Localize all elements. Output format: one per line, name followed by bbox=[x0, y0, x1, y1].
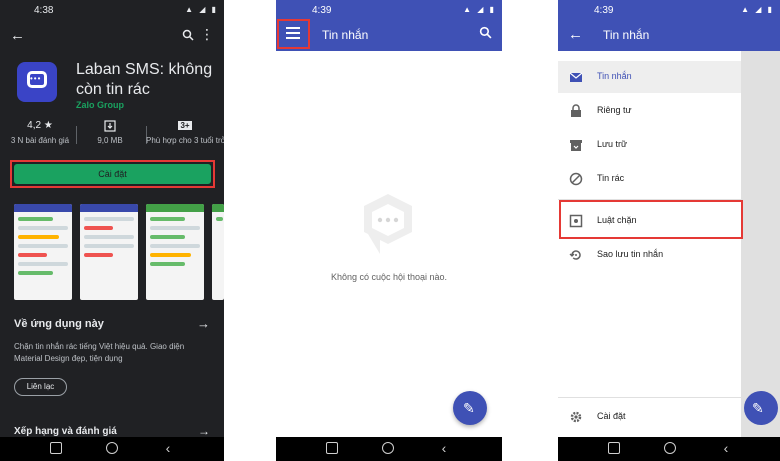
highlight-block-rules bbox=[559, 200, 743, 239]
back-icon[interactable]: ‹ bbox=[162, 441, 174, 455]
arrow-right-icon[interactable]: → bbox=[197, 316, 210, 331]
contact-chip[interactable]: Liên lạc bbox=[14, 378, 67, 396]
drawer-item-label: Riêng tư bbox=[597, 105, 632, 115]
nav-bar: ‹ bbox=[0, 437, 224, 461]
recents-icon[interactable] bbox=[608, 442, 620, 454]
status-icons: ▲ ◢ ▮ bbox=[185, 5, 218, 14]
lock-icon bbox=[569, 104, 583, 118]
about-description: Chặn tin nhắn rác tiếng Việt hiệu quả. G… bbox=[14, 342, 185, 363]
back-arrow-icon[interactable]: ← bbox=[10, 27, 25, 44]
ratings-title[interactable]: Xếp hạng và đánh giá bbox=[14, 426, 117, 437]
drawer-item-inbox[interactable]: Tin nhắn bbox=[558, 61, 741, 93]
status-bar: 4:39 ▲ ◢ ▮ bbox=[558, 0, 780, 20]
navigation-drawer: Tin nhắn Riêng tư Lưu trữ Tin rác Luật c… bbox=[558, 51, 741, 437]
screenshot-canvas: 4:38 ▲ ◢ ▮ ← ⋮ ••• Laban SMS: không còn … bbox=[0, 0, 780, 461]
status-bar: 4:39 ▲ ◢ ▮ bbox=[276, 0, 502, 20]
status-icons: ▲ ◢ ▮ bbox=[463, 5, 496, 14]
rating-stat[interactable]: 4,2 ★ 3 N bài đánh giá bbox=[10, 120, 70, 145]
drawer-item-private[interactable]: Riêng tư bbox=[558, 95, 741, 127]
back-icon[interactable]: ‹ bbox=[720, 441, 732, 455]
drawer-item-label: Sao lưu tin nhắn bbox=[597, 249, 664, 259]
home-icon[interactable] bbox=[106, 442, 118, 454]
age-badge: 3+ bbox=[178, 121, 192, 130]
highlight-install bbox=[10, 160, 215, 188]
drawer-item-archive[interactable]: Lưu trữ bbox=[558, 129, 741, 161]
drawer-item-label: Cài đặt bbox=[597, 411, 626, 421]
status-bar: 4:38 ▲ ◢ ▮ bbox=[0, 0, 224, 20]
screenshots-carousel[interactable] bbox=[14, 204, 224, 300]
status-icons: ▲ ◢ ▮ bbox=[741, 5, 774, 14]
empty-state-text: Không có cuộc hội thoại nào. bbox=[330, 272, 448, 282]
age-label: Phù hợp cho 3 tuổi trở bbox=[146, 136, 224, 145]
stats-row: 4,2 ★ 3 N bài đánh giá 9,0 MB 3+ Phù hợp… bbox=[0, 120, 224, 150]
recents-icon[interactable] bbox=[326, 442, 338, 454]
drawer-item-label: Tin rác bbox=[597, 173, 625, 183]
pencil-icon: ✎ bbox=[752, 400, 764, 416]
arrow-right-icon[interactable]: → bbox=[198, 424, 210, 438]
drawer-item-label: Lưu trữ bbox=[597, 139, 628, 149]
pencil-icon: ✎ bbox=[463, 400, 475, 416]
download-icon bbox=[80, 120, 140, 132]
compose-button[interactable]: ✎ bbox=[453, 391, 487, 425]
status-time: 4:39 bbox=[312, 5, 332, 16]
home-icon[interactable] bbox=[664, 442, 676, 454]
laban-inbox-screen: 4:39 ▲ ◢ ▮ Tin nhắn Không có cuộc hội th… bbox=[276, 0, 502, 461]
drawer-item-spam[interactable]: Tin rác bbox=[558, 163, 741, 195]
app-bar: 4:39 ▲ ◢ ▮ ← Tin nhắn bbox=[558, 0, 780, 51]
search-icon[interactable] bbox=[182, 28, 194, 46]
nav-bar: ‹ bbox=[558, 437, 780, 461]
rating-value: 4,2 ★ bbox=[27, 120, 53, 131]
drawer-item-settings[interactable]: Cài đặt bbox=[558, 397, 741, 437]
nav-bar: ‹ bbox=[276, 437, 502, 461]
developer-link[interactable]: Zalo Group bbox=[76, 100, 124, 110]
app-bar-title: Tin nhắn bbox=[603, 28, 650, 42]
app-bar-title: Tin nhắn bbox=[322, 28, 369, 42]
laban-drawer-screen: 4:39 ▲ ◢ ▮ ← Tin nhắn Tin nhắn Riêng tư bbox=[558, 0, 780, 461]
screenshot-thumb[interactable] bbox=[212, 204, 224, 300]
drawer-item-label: Tin nhắn bbox=[597, 71, 632, 81]
app-icon: ••• bbox=[17, 62, 57, 102]
empty-state-logo-icon bbox=[360, 192, 416, 256]
backup-restore-icon bbox=[569, 248, 583, 262]
block-icon bbox=[569, 172, 583, 186]
top-bar: ← ⋮ bbox=[0, 24, 224, 46]
play-store-screen: 4:38 ▲ ◢ ▮ ← ⋮ ••• Laban SMS: không còn … bbox=[0, 0, 224, 461]
screenshot-thumb[interactable] bbox=[80, 204, 138, 300]
back-arrow-icon[interactable]: ← bbox=[568, 26, 583, 43]
screenshot-thumb[interactable] bbox=[146, 204, 204, 300]
age-stat[interactable]: 3+ Phù hợp cho 3 tuổi trở bbox=[146, 120, 224, 145]
mail-icon bbox=[569, 70, 583, 84]
divider bbox=[76, 126, 77, 144]
status-time: 4:39 bbox=[594, 5, 614, 16]
more-vert-icon[interactable]: ⋮ bbox=[200, 26, 214, 43]
recents-icon[interactable] bbox=[50, 442, 62, 454]
size-label: 9,0 MB bbox=[97, 136, 123, 145]
back-icon[interactable]: ‹ bbox=[438, 441, 450, 455]
highlight-menu bbox=[277, 19, 310, 49]
about-title[interactable]: Về ứng dụng này bbox=[14, 318, 104, 330]
status-time: 4:38 bbox=[34, 5, 54, 16]
rating-label: 3 N bài đánh giá bbox=[10, 136, 70, 145]
search-icon[interactable] bbox=[479, 26, 492, 44]
size-stat: 9,0 MB bbox=[80, 120, 140, 145]
gear-icon bbox=[569, 410, 583, 429]
drawer-item-backup[interactable]: Sao lưu tin nhắn bbox=[558, 239, 741, 271]
compose-button[interactable]: ✎ bbox=[744, 391, 778, 425]
archive-icon bbox=[569, 138, 583, 152]
home-icon[interactable] bbox=[382, 442, 394, 454]
app-title: Laban SMS: không còn tin rác bbox=[76, 61, 213, 98]
screenshot-thumb[interactable] bbox=[14, 204, 72, 300]
